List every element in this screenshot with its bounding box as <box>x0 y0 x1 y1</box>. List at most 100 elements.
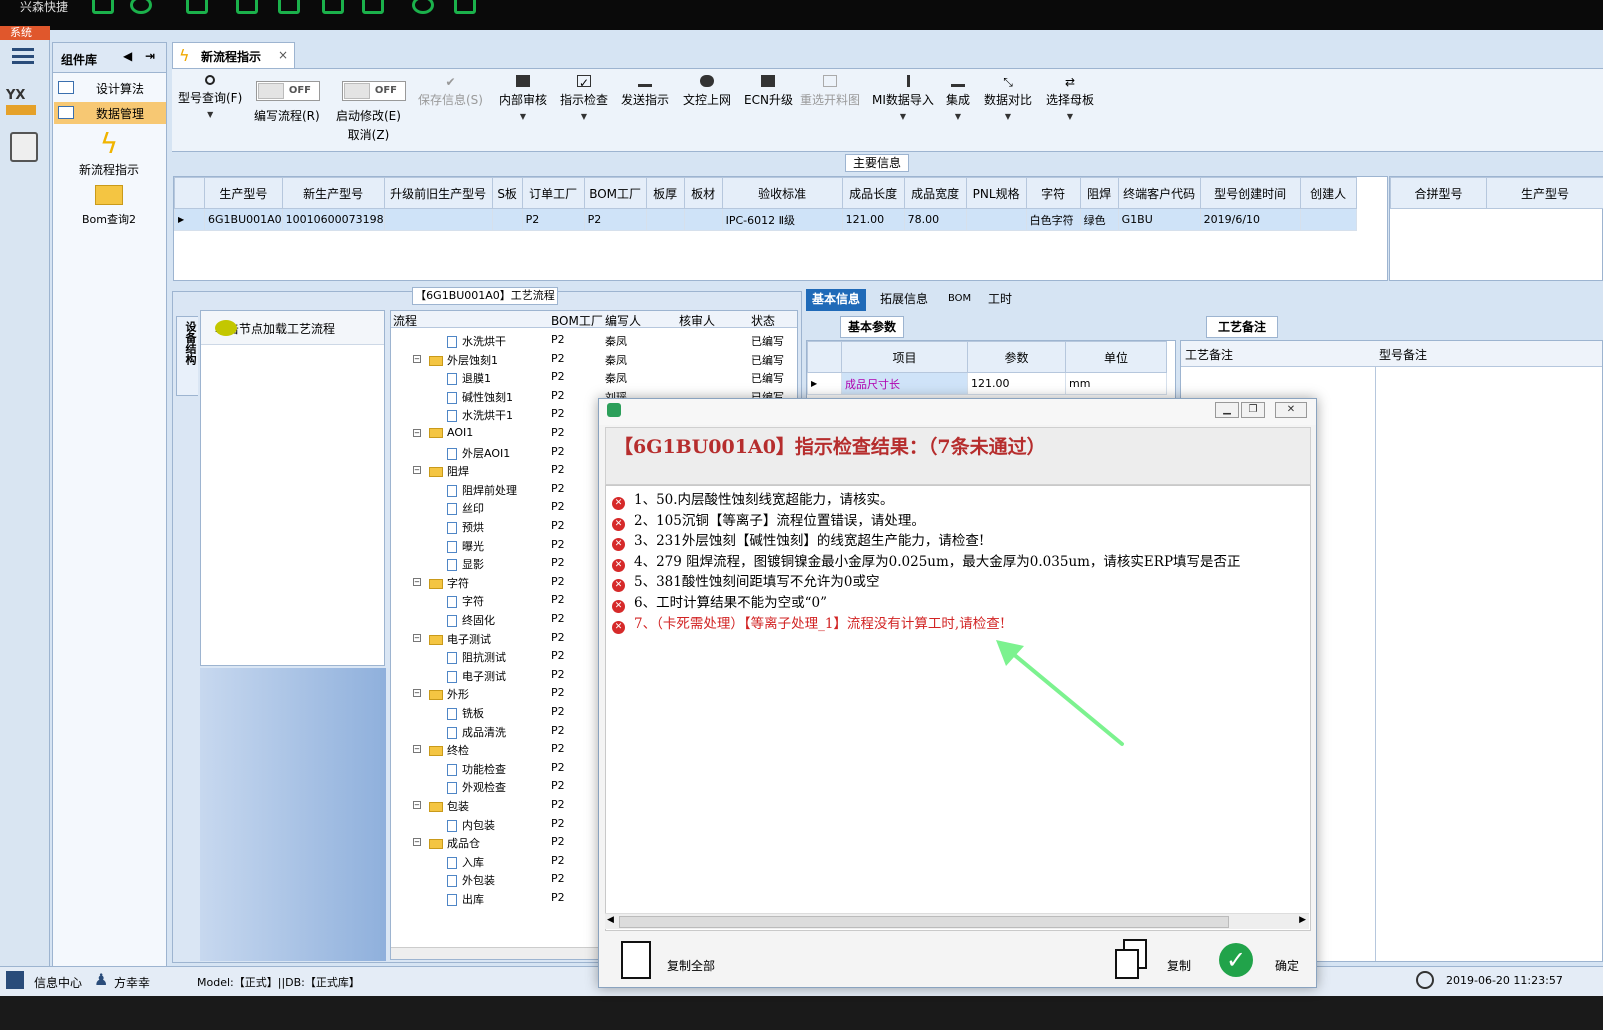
ecn-upgrade-button[interactable]: ECN升级 <box>744 75 793 108</box>
grid-icon[interactable] <box>186 0 208 14</box>
column-header[interactable]: 终端客户代码 <box>1117 177 1201 209</box>
start-modify-toggle[interactable]: OFF <box>342 81 406 101</box>
tab-bom[interactable]: BOM <box>948 289 971 311</box>
horizontal-scrollbar[interactable]: ◀ ▶ <box>605 913 1309 929</box>
scrollbar-thumb[interactable] <box>619 916 1229 928</box>
tab-basic-info[interactable]: 基本信息 <box>806 289 867 311</box>
column-header[interactable]: 流程 <box>393 312 417 329</box>
nav-item-design-algorithm[interactable]: 设计算法 <box>54 77 166 99</box>
column-header[interactable]: 状态 <box>751 312 775 329</box>
tree-item-row[interactable]: 退膜1 P2 秦凤 已编写 <box>391 368 797 387</box>
tree-group-row[interactable]: − 外层蚀刻1 P2 秦凤 已编写 <box>391 350 797 369</box>
column-header[interactable]: 创建人 <box>1299 177 1357 209</box>
tab-extended-info[interactable]: 拓展信息 <box>880 289 928 311</box>
column-header[interactable]: 合拼型号 <box>1390 177 1487 209</box>
tab-process-notes[interactable]: 工艺备注 <box>1206 316 1278 338</box>
scroll-right-icon[interactable]: ▶ <box>1299 915 1306 925</box>
table-cell[interactable]: IPC-6012 Ⅱ级 <box>721 208 843 231</box>
column-header[interactable]: 新生产型号 <box>281 177 385 209</box>
copy-all-button[interactable]: 复制全部 <box>619 939 729 981</box>
check-result-item[interactable]: ✕ 3、231外层蚀刻【碱性蚀刻】的线宽超生产能力，请检查! <box>612 529 984 552</box>
table-cell[interactable]: 白色字符 <box>1025 208 1081 231</box>
column-header[interactable]: 订单工厂 <box>521 177 585 209</box>
close-icon[interactable]: ✕ <box>1275 402 1307 418</box>
send-instruction-button[interactable]: 发送指示 <box>621 75 669 108</box>
table-cell[interactable] <box>965 208 1027 231</box>
integrate-button[interactable]: 集成 ▼ <box>946 75 970 121</box>
collapse-toggle-icon[interactable]: − <box>413 745 421 754</box>
save-info-button[interactable]: ✔ 保存信息(S) <box>418 75 483 108</box>
login-icon[interactable]: ⇥ <box>145 49 155 63</box>
column-header[interactable]: 生产型号 <box>1486 177 1603 209</box>
collapse-toggle-icon[interactable]: − <box>413 466 421 475</box>
column-header[interactable]: BOM工厂 <box>583 177 647 209</box>
new-process-instruction-item[interactable]: ϟ 新流程指示 <box>53 129 165 178</box>
select-mother-board-button[interactable]: ⇄ 选择母板 ▼ <box>1046 75 1094 121</box>
doc-upload-button[interactable]: 文控上网 <box>683 75 731 108</box>
column-header[interactable]: 单位 <box>1065 341 1167 373</box>
column-header[interactable]: 型号备注 <box>1379 346 1427 363</box>
collapse-toggle-icon[interactable]: − <box>413 354 421 363</box>
restore-icon[interactable]: ❐ <box>1241 402 1265 418</box>
table-cell[interactable]: 78.00 <box>903 208 967 231</box>
internal-review-button[interactable]: 内部审核 ▼ <box>499 75 547 121</box>
column-header[interactable]: S板 <box>491 177 523 209</box>
table-icon[interactable] <box>362 0 384 14</box>
column-header[interactable]: 编写人 <box>605 312 641 329</box>
column-header[interactable]: 工艺备注 <box>1185 346 1233 363</box>
column-header[interactable]: PNL规格 <box>965 177 1027 209</box>
column-header[interactable]: 验收标准 <box>721 177 843 209</box>
tab-equipment-structure[interactable]: 设备结构 <box>176 316 198 396</box>
data-compare-button[interactable]: ⤡ 数据对比 ▼ <box>984 75 1032 121</box>
column-header[interactable]: 板厚 <box>645 177 685 209</box>
check-result-item[interactable]: ✕ 2、105沉铜【等离子】流程位置错误，请处理。 <box>612 509 925 531</box>
table-cell[interactable]: 10010600073198 <box>281 208 385 231</box>
collapse-left-icon[interactable]: ◀ <box>123 49 132 63</box>
check-result-item[interactable]: ✕ 1、50.内层酸性蚀刻线宽超能力，请核实。 <box>612 488 894 510</box>
collapse-toggle-icon[interactable]: − <box>413 838 421 847</box>
menu-icon[interactable] <box>12 48 34 64</box>
close-tab-icon[interactable]: × <box>278 48 288 62</box>
column-header[interactable]: 字符 <box>1025 177 1081 209</box>
tab-basic-params[interactable]: 基本参数 <box>840 316 904 338</box>
search-icon[interactable] <box>92 0 114 14</box>
collapse-toggle-icon[interactable]: − <box>413 429 421 437</box>
table-cell[interactable]: G1BU <box>1117 208 1201 231</box>
scroll-left-icon[interactable]: ◀ <box>607 915 614 925</box>
table-cell[interactable] <box>383 208 493 231</box>
info-center-label[interactable]: 信息中心 <box>34 974 82 991</box>
mi-import-button[interactable]: MI数据导入 ▼ <box>872 75 934 121</box>
table-cell[interactable] <box>683 208 723 231</box>
table-cell[interactable]: 2019/6/10 <box>1199 208 1301 231</box>
table-row[interactable]: ▶ 成品尺寸长 121.00 mm <box>807 372 1167 395</box>
table-cell[interactable]: mm <box>1065 372 1167 395</box>
model-query-button[interactable]: 型号查询(F) ▼ <box>178 75 242 119</box>
column-header[interactable]: 项目 <box>841 341 968 373</box>
collapse-toggle-icon[interactable]: − <box>413 577 421 586</box>
table-row[interactable]: ▶ 6G1BU001A0 10010600073198 P2 P2 IPC-6012 Ⅱ级… <box>174 208 1357 231</box>
column-header[interactable]: 参数 <box>967 341 1066 373</box>
copy-icon[interactable] <box>322 0 344 14</box>
instruction-check-button[interactable]: ✓ 指示检查 ▼ <box>560 75 608 121</box>
column-header[interactable]: 型号创建时间 <box>1199 177 1301 209</box>
column-header[interactable]: 生产型号 <box>204 177 283 209</box>
chart-icon[interactable] <box>454 0 476 14</box>
tab-work-hours[interactable]: 工时 <box>988 289 1012 311</box>
table-cell[interactable]: 121.00 <box>967 372 1066 395</box>
column-header[interactable]: 板材 <box>683 177 723 209</box>
check-result-item[interactable]: ✕ 4、279 阻焊流程，图镀铜镍金最小金厚为0.025um，最大金厚为0.035… <box>612 550 1241 572</box>
save-icon[interactable] <box>278 0 300 14</box>
collapse-toggle-icon[interactable]: − <box>413 689 421 698</box>
ok-button[interactable]: ✓ 确定 <box>1219 939 1309 981</box>
scissors-icon[interactable] <box>236 0 258 14</box>
table-cell[interactable] <box>1299 208 1357 231</box>
column-header[interactable]: 核审人 <box>679 312 715 329</box>
windows-grid-icon[interactable] <box>6 971 24 989</box>
copy-button[interactable]: 复制 <box>1115 939 1195 981</box>
table-cell[interactable]: 绿色 <box>1079 208 1119 231</box>
check-result-item[interactable]: ✕ 6、工时计算结果不能为空或“0” <box>612 591 827 613</box>
minimize-icon[interactable]: ▁ <box>1215 402 1239 418</box>
check-result-item[interactable]: ✕ 7、（卡死需处理）【等离子处理_1】流程没有计算工时,请检查! <box>612 612 1005 634</box>
table-cell[interactable]: P2 <box>521 208 585 231</box>
reselect-map-button[interactable]: 重选开料图 <box>800 75 860 108</box>
